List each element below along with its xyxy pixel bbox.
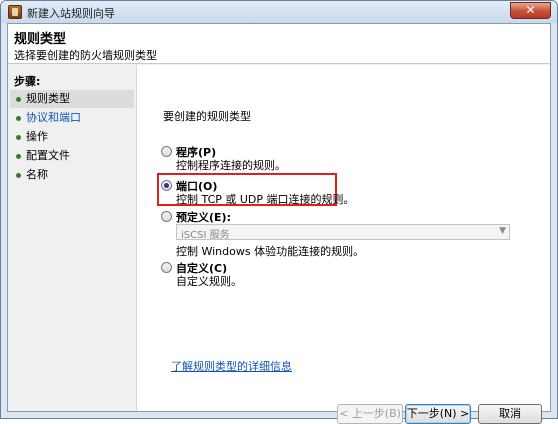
title-bar[interactable]: 新建入站规则向导 ✕ [1, 1, 557, 23]
firewall-app-icon [8, 5, 22, 19]
steps-title: 步骤: [14, 75, 41, 88]
chevron-down-icon[interactable]: ▼ [499, 226, 506, 236]
step-label: 操作 [26, 130, 48, 143]
option-description: 控制 Windows 体验功能连接的规则。 [176, 245, 365, 258]
next-button[interactable]: 下一步(N) > [405, 404, 471, 424]
step-label[interactable]: 协议和端口 [26, 111, 81, 124]
radio-port[interactable] [161, 180, 172, 191]
step-name: 名称 [10, 166, 134, 184]
option-description: 自定义规则。 [176, 275, 242, 288]
option-label[interactable]: 预定义(E): [176, 209, 231, 225]
step-protocol-ports[interactable]: 协议和端口 [10, 109, 134, 127]
close-button[interactable]: ✕ [510, 2, 551, 19]
predefined-select[interactable]: iSCSI 服务 ▼ [176, 224, 510, 241]
window-title: 新建入站规则向导 [27, 7, 115, 20]
radio-predefined[interactable] [161, 211, 172, 222]
radio-custom[interactable] [161, 262, 172, 273]
page-title: 规则类型 [14, 32, 67, 47]
back-button[interactable]: < 上一步(B) [337, 404, 403, 424]
predefined-select-value: iSCSI 服务 [181, 230, 230, 241]
cancel-button[interactable]: 取消 [478, 404, 542, 424]
rule-type-question: 要创建的规则类型 [163, 110, 251, 123]
steps-pane: 步骤: 规则类型 协议和端口 操作 配置文件 名称 [8, 65, 136, 411]
step-label: 名称 [26, 168, 48, 181]
radio-program[interactable] [161, 146, 172, 157]
step-rule-type: 规则类型 [10, 90, 134, 108]
page-subtitle: 选择要创建的防火墙规则类型 [14, 49, 157, 62]
learn-more-link[interactable]: 了解规则类型的详细信息 [171, 358, 292, 374]
step-bullet-icon [16, 116, 21, 121]
content-pane: 要创建的规则类型 程序(P) 控制程序连接的规则。 端口(O) 控制 TCP 或… [136, 65, 550, 424]
option-description: 控制 TCP 或 UDP 端口连接的规则。 [176, 193, 355, 206]
wizard-header: 规则类型 选择要创建的防火墙规则类型 [8, 24, 550, 64]
step-profile: 配置文件 [10, 147, 134, 165]
wizard-window: 新建入站规则向导 ✕ 规则类型 选择要创建的防火墙规则类型 步骤: 规则类型 协… [0, 0, 558, 424]
step-action: 操作 [10, 128, 134, 146]
option-description: 控制程序连接的规则。 [176, 159, 286, 172]
step-label: 规则类型 [26, 92, 70, 105]
step-bullet-icon [16, 154, 21, 159]
step-label: 配置文件 [26, 149, 70, 162]
step-bullet-icon [16, 135, 21, 140]
wizard-client-area: 规则类型 选择要创建的防火墙规则类型 步骤: 规则类型 协议和端口 操作 配置文… [7, 23, 551, 424]
step-bullet-icon [16, 97, 21, 102]
step-bullet-icon [16, 173, 21, 178]
